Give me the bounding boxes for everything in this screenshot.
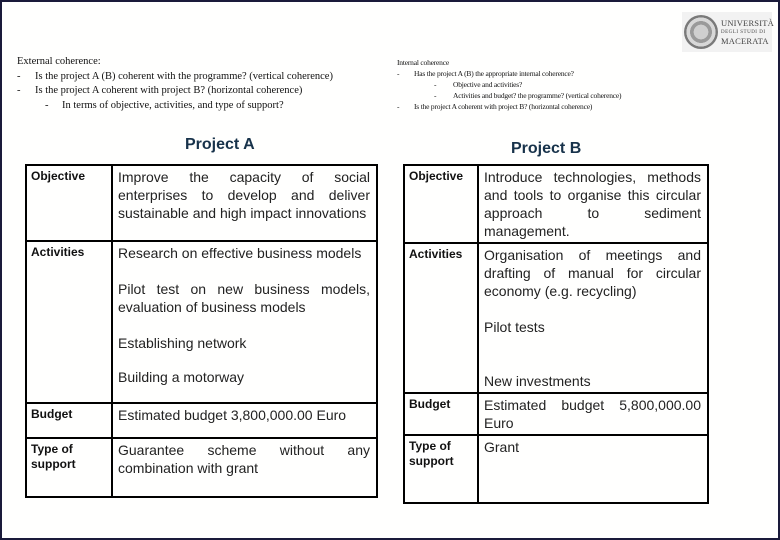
project-b-table: Objective Introduce technologies, method… [403, 164, 709, 504]
row-label: Budget [403, 392, 479, 436]
cell-paragraph: Estimated budget 3,800,000.00 Euro [118, 407, 347, 423]
list-item-text: In terms of objective, activities, and t… [62, 99, 284, 111]
project-a-table: Objective Improve the capacity of social… [25, 164, 378, 498]
row-label: Type of support [25, 437, 113, 498]
table-row-budget: Budget Estimated budget 5,800,000.00 Eur… [403, 392, 709, 436]
list-item: - Is the project A coherent with project … [17, 84, 333, 99]
bullet-dash: - [434, 80, 437, 89]
table-row-type-of-support: Type of support Grant [403, 434, 709, 504]
list-item: - Is the project A coherent with project … [397, 101, 621, 112]
bullet-dash: - [17, 85, 21, 96]
cell-paragraph: Establishing network [118, 335, 247, 351]
list-item-text: Is the project A (B) coherent with the p… [35, 70, 333, 82]
cell-paragraph: Guarantee scheme without any combination… [118, 442, 370, 476]
university-seal-icon [684, 15, 718, 49]
row-label: Objective [403, 164, 479, 244]
row-value: Grant [477, 434, 709, 504]
list-item-text: Is the project A coherent with project B… [414, 102, 593, 111]
table-row-activities: Activities Organisation of meetings and … [403, 242, 709, 394]
list-item-nested: - Objective and activities? [397, 79, 621, 90]
bullet-dash: - [45, 99, 49, 111]
row-value: Introduce technologies, methods and tool… [477, 164, 709, 244]
cell-paragraph: Estimated budget 5,800,000.00 Euro [484, 397, 701, 431]
table-row-activities: Activities Research on effective busines… [25, 240, 378, 404]
list-item: - Has the project A (B) the appropriate i… [397, 68, 621, 79]
logo-text: UNIVERSITÀ DEGLI STUDI DI MACERATA [721, 17, 774, 46]
row-label: Activities [403, 242, 479, 394]
bullet-dash: - [397, 102, 400, 111]
list-item-text: Objective and activities? [453, 80, 523, 89]
cell-paragraph: Building a motorway [118, 369, 245, 385]
external-coherence-heading: External coherence: [17, 56, 101, 67]
row-value: Research on effective business models Pi… [111, 240, 378, 404]
row-value: Guarantee scheme without any combination… [111, 437, 378, 498]
university-logo: UNIVERSITÀ DEGLI STUDI DI MACERATA [682, 12, 774, 52]
internal-coherence-text: Internal coherence - Has the project A (B… [397, 57, 622, 112]
logo-line-3: MACERATA [721, 35, 769, 46]
table-row-objective: Objective Improve the capacity of social… [25, 164, 378, 242]
cell-paragraph: Research on effective business models [118, 245, 362, 261]
row-label: Type of support [403, 434, 479, 504]
project-b-title: Project B [511, 140, 582, 157]
cell-paragraph: Pilot test on new business models, evalu… [118, 281, 370, 315]
row-value: Estimated budget 3,800,000.00 Euro [111, 402, 378, 439]
cell-paragraph: Introduce technologies, methods and tool… [484, 169, 701, 239]
bullet-dash: - [434, 91, 437, 100]
list-item-text: Activities and budget? the programme? (v… [453, 91, 622, 100]
external-coherence-text: External coherence: - Is the project A (B… [17, 55, 333, 113]
row-label: Budget [25, 402, 113, 439]
bullet-dash: - [17, 70, 21, 82]
internal-coherence-heading: Internal coherence [397, 58, 449, 67]
table-row-budget: Budget Estimated budget 3,800,000.00 Eur… [25, 402, 378, 439]
cell-paragraph: Grant [484, 439, 520, 455]
bullet-dash: - [397, 69, 400, 78]
row-value: Organisation of meetings and drafting of… [477, 242, 709, 394]
list-item-text: Has the project A (B) the appropriate in… [414, 69, 574, 78]
list-item-nested: - Activities and budget? the programme? (… [397, 90, 622, 101]
table-row-objective: Objective Introduce technologies, method… [403, 164, 709, 244]
cell-paragraph: Improve the capacity of social enterpris… [118, 169, 370, 221]
project-a-title: Project A [185, 136, 255, 153]
row-label: Activities [25, 240, 113, 404]
cell-paragraph: Pilot tests [484, 319, 545, 335]
row-value: Estimated budget 5,800,000.00 Euro [477, 392, 709, 436]
list-item-text: Is the project A coherent with project B… [35, 85, 303, 96]
logo-line-1: UNIVERSITÀ [721, 17, 774, 28]
row-label: Objective [25, 164, 113, 242]
cell-paragraph: Organisation of meetings and drafting of… [484, 247, 701, 299]
cell-paragraph: New investments [484, 373, 591, 389]
list-item: - Is the project A (B) coherent with the … [17, 70, 333, 85]
list-item-nested: - In terms of objective, activities, and … [17, 99, 333, 114]
row-value: Improve the capacity of social enterpris… [111, 164, 378, 242]
table-row-type-of-support: Type of support Guarantee scheme without… [25, 437, 378, 498]
